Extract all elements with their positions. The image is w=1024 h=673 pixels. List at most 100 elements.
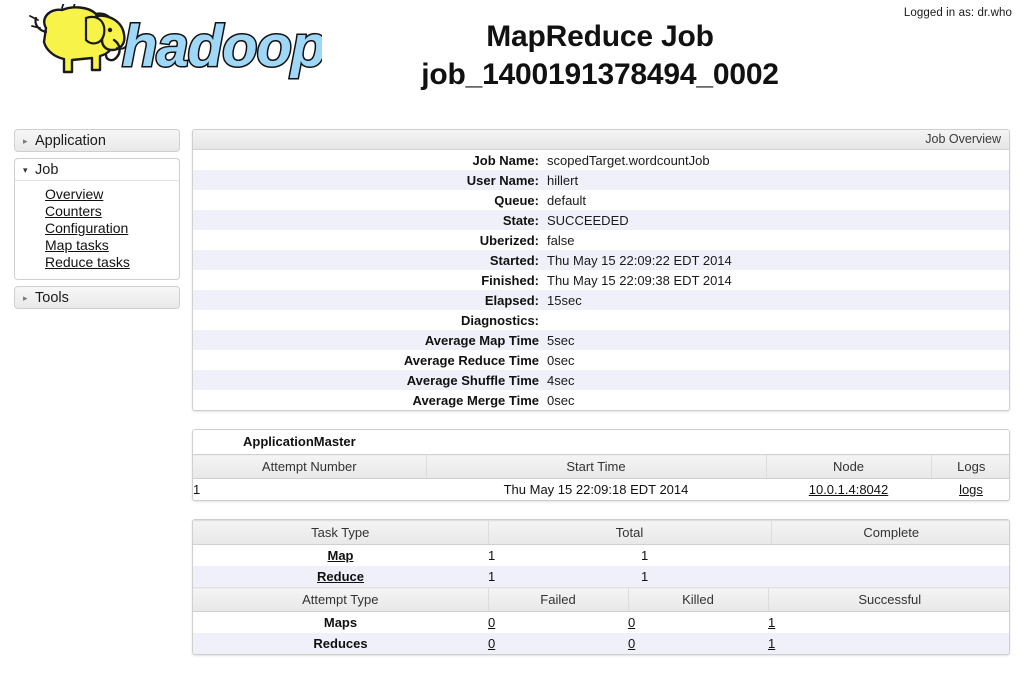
cell-failed: 0 [488,633,628,654]
row-label: Finished: [481,272,539,288]
table-header-row: Task Type Total Complete [193,520,1009,545]
cell-spacer [771,566,1009,587]
cell-failed: 0 [488,612,628,634]
row-label: Average Merge Time [412,392,539,408]
table-row: 1 Thu May 15 22:09:18 EDT 2014 10.0.1.4:… [193,479,1009,501]
logged-in-user: Logged in as: dr.who [903,7,1012,19]
column-complete: Complete [770,520,1009,545]
row-value: Thu May 15 22:09:38 EDT 2014 [547,272,732,288]
row-label: Started: [489,252,539,268]
column-logs: Logs [930,454,1009,479]
sidebar-label-tools: Tools [35,290,69,306]
row-value: 5sec [547,332,575,348]
row-label: Average Shuffle Time [406,372,539,388]
list-item: Counters [15,203,179,220]
cell-total: 1 [488,548,496,563]
chevron-right-icon: ▸ [23,136,28,146]
row-value: 15sec [547,292,582,308]
column-total: Total [487,520,771,545]
row-label: State: [502,212,539,228]
table-row: State: SUCCEEDED [193,210,1009,230]
table-row: Job Name: scopedTarget.wordcountJob [193,150,1009,170]
reduces-killed-link[interactable]: 0 [628,636,635,651]
row-value: hillert [547,172,579,188]
svg-text:hadoop: hadoop [122,14,322,79]
cell-killed: 0 [628,633,768,654]
row-label: Queue: [494,192,539,208]
row-label: Average Reduce Time [403,352,539,368]
table-row: Started: Thu May 15 22:09:22 EDT 2014 [193,250,1009,270]
table-row: Queue: default [193,190,1009,210]
cell-attempt-type: Reduces [193,633,488,654]
sidebar-job-links: Overview Counters Configuration Map task… [14,181,180,280]
table-row: Diagnostics: [193,310,1009,330]
cell-complete: 1 [641,548,649,563]
sidebar-block-tools: ▸ Tools [14,286,180,309]
row-value: 4sec [547,372,575,388]
column-failed: Failed [487,587,628,612]
page-title-line-2: job_1400191378494_0002 [421,58,779,91]
table-row: Average Merge Time 0sec [193,390,1009,410]
row-label: Job Name: [472,152,539,168]
chevron-right-icon: ▸ [23,293,28,303]
cell-task-type: Reduce [193,566,488,587]
job-overview-title: Job Overview [193,130,1009,150]
maps-failed-link[interactable]: 0 [488,615,495,630]
row-value [546,310,1009,330]
row-value: scopedTarget.wordcountJob [547,152,710,168]
cell-attempt-number: 1 [193,482,201,497]
map-tasks-link[interactable]: Map [328,548,354,563]
sidebar-header-job[interactable]: ▾ Job [14,158,180,181]
table-row: Elapsed: 15sec [193,290,1009,310]
column-successful: Successful [767,587,1009,612]
page-title-line-1: MapReduce Job [486,20,714,53]
list-item: Overview [15,186,179,203]
row-value: false [547,232,575,248]
table-row: Reduces 0 0 1 [193,633,1009,654]
reduces-successful-link[interactable]: 1 [768,636,775,651]
cell-attempt-type: Maps [323,615,358,630]
cell-spacer [771,545,1009,567]
table-row: Average Map Time 5sec [193,330,1009,350]
reduces-failed-link[interactable]: 0 [488,636,495,651]
cell-complete: 1 [641,566,771,587]
column-task-type: Task Type [193,520,488,545]
sidebar: ▸ Application ▾ Job Overview Counters Conf… [14,129,180,315]
cell-successful: 1 [768,633,1009,654]
node-link[interactable]: 10.0.1.4:8042 [809,482,889,497]
job-overview-table: Job Name: scopedTarget.wordcountJob User… [193,150,1009,410]
reduce-tasks-link[interactable]: Reduce [317,569,364,584]
logs-link[interactable]: logs [959,482,983,497]
sidebar-item-reduce-tasks[interactable]: Reduce tasks [45,254,130,270]
sidebar-item-configuration[interactable]: Configuration [45,220,128,236]
sidebar-item-counters[interactable]: Counters [45,203,102,219]
table-row: Uberized: false [193,230,1009,250]
table-row: Map 1 1 [193,545,1009,567]
hadoop-logo[interactable]: hadoop [10,0,328,81]
cell-total: 1 [488,566,641,587]
sidebar-header-application[interactable]: ▸ Application [14,129,180,152]
row-value: default [547,192,587,208]
sidebar-item-overview[interactable]: Overview [45,186,103,202]
main-content: Job Overview Job Name: scopedTarget.word… [192,129,1010,673]
column-attempt-type: Attempt Type [193,587,488,612]
sidebar-item-map-tasks[interactable]: Map tasks [45,237,109,253]
table-row: User Name: hillert [193,170,1009,190]
page-title: MapReduce Job job_1400191378494_0002 [330,18,870,94]
row-label: User Name: [466,172,539,188]
maps-successful-link[interactable]: 1 [768,615,775,630]
sidebar-block-job: ▾ Job Overview Counters Configuration Map… [14,158,180,280]
cell-killed: 0 [628,612,768,634]
table-header-row: Attempt Type Failed Killed Successful [193,587,1009,612]
hadoop-wordmark: hadoop [121,13,328,81]
cell-logs: logs [931,479,1009,501]
maps-killed-link[interactable]: 0 [628,615,635,630]
list-item: Reduce tasks [15,254,179,271]
column-start-time: Start Time [425,454,766,479]
row-value: 0sec [547,392,575,408]
table-row: Average Reduce Time 0sec [193,350,1009,370]
sidebar-header-tools[interactable]: ▸ Tools [14,286,180,309]
row-label: Elapsed: [484,292,539,308]
row-value: SUCCEEDED [547,212,629,228]
table-row: Maps 0 0 1 [193,612,1009,634]
